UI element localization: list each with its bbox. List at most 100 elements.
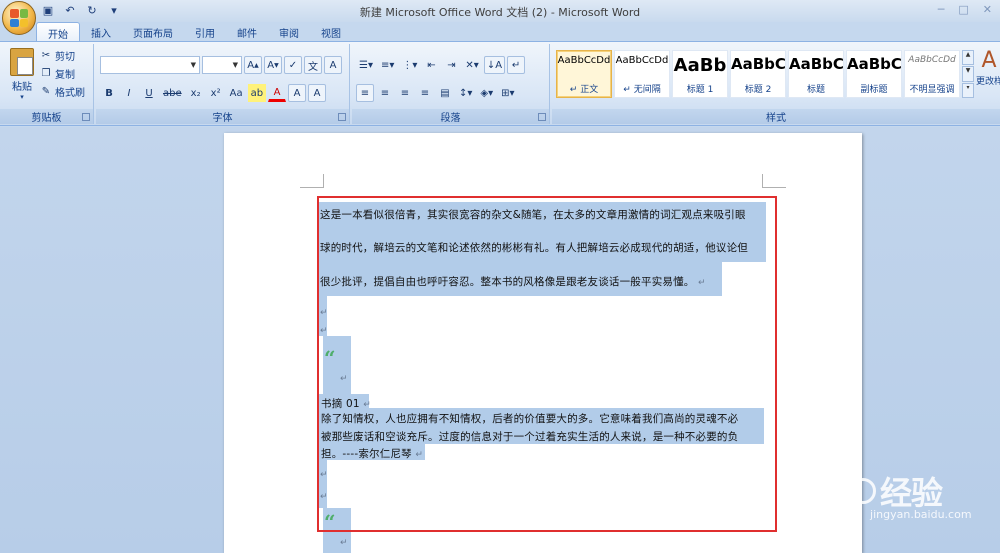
watermark-brand-prefix: Bai [792,472,847,510]
chinese-layout-icon[interactable]: ✕▾ [462,56,481,74]
more-styles-icon[interactable]: ▾ [962,82,974,98]
font-size-combo[interactable]: ▼ [202,56,242,74]
brush-icon: ✎ [41,86,51,97]
style-name: 标题 2 [744,85,772,95]
line-spacing-icon[interactable]: ↕▾ [456,84,475,102]
scissors-icon: ✂ [41,50,51,61]
paw-logo-icon [849,478,876,504]
title-bar: ▣ ↶ ↻ ▾ 新建 Microsoft Office Word 文档 (2) … [0,0,1000,22]
tab-review[interactable]: 审阅 [268,22,310,42]
annotation-highlight-box [317,196,777,532]
paragraph-group: ☰▾ ≡▾ ⋮▾ ⇤ ⇥ ✕▾ ↓A ↵ ≡ ≡ ≡ ≡ ▤ ↕▾ ◈▾ ⊞▾ … [352,44,550,124]
decrease-indent-icon[interactable]: ⇤ [422,56,440,74]
clear-format-icon[interactable]: ✓ [284,56,302,74]
font-name-combo[interactable]: ▼ [100,56,200,74]
paragraph-group-label: 段落 [352,109,549,124]
style-title[interactable]: AaBbC 标题 [788,50,844,98]
phonetic-guide-icon[interactable]: 文 [304,56,322,74]
align-right-icon[interactable]: ≡ [396,84,414,102]
borders-icon[interactable]: ⊞▾ [498,84,517,102]
style-name: ↵ 正文 [569,85,599,95]
tab-view[interactable]: 视图 [310,22,352,42]
tab-insert[interactable]: 插入 [80,22,122,42]
style-sample: AaBbCcDd [615,55,669,66]
close-icon[interactable]: ✕ [983,3,992,16]
increase-indent-icon[interactable]: ⇥ [442,56,460,74]
superscript-button[interactable]: x² [207,84,225,102]
clipboard-launcher-icon[interactable] [82,113,90,121]
justify-icon[interactable]: ≡ [416,84,434,102]
style-subtle-emphasis[interactable]: AaBbCcDd 不明显强调 [904,50,960,98]
style-name: ↵ 无间隔 [623,85,661,95]
change-styles-button[interactable]: A 更改样 [976,48,1000,87]
multilevel-list-icon[interactable]: ⋮▾ [399,56,420,74]
style-name: 副标题 [860,85,888,95]
style-no-spacing[interactable]: AaBbCcDd ↵ 无间隔 [614,50,670,98]
paste-label: 粘贴 [12,82,32,93]
cut-label: 剪切 [55,52,75,63]
styles-group-label: 样式 [552,109,1000,124]
maximize-icon[interactable]: □ [958,3,968,16]
styles-group: AaBbCcDd ↵ 正文 AaBbCcDd ↵ 无间隔 AaBb 标题 1 A… [552,44,1000,124]
window-controls: ─ □ ✕ [938,3,992,16]
style-subtitle[interactable]: AaBbC 副标题 [846,50,902,98]
change-styles-icon: A [981,48,997,73]
change-case-button[interactable]: Aa [227,84,246,102]
bullets-icon[interactable]: ☰▾ [356,56,376,74]
margin-corner-top-left [300,174,324,188]
scroll-up-icon[interactable]: ▲ [962,50,974,66]
style-name: 不明显强调 [909,85,955,95]
sort-icon[interactable]: ↓A [483,56,506,74]
office-button[interactable] [2,1,36,35]
underline-button[interactable]: U [140,84,158,102]
tab-home[interactable]: 开始 [36,22,80,42]
copy-button[interactable]: ❐ 复制 [40,66,85,81]
empty-paragraph: ↵ [340,536,348,548]
change-styles-label: 更改样 [976,77,1000,87]
ribbon-tabs: 开始 插入 页面布局 引用 邮件 审阅 视图 [36,22,352,42]
font-group: ▼ ▼ A ▲ A ▼ ✓ 文 A B I U abe x₂ x² Aa ab A … [96,44,350,124]
scroll-down-icon[interactable]: ▼ [962,66,974,82]
italic-button[interactable]: I [120,84,138,102]
style-sample: AaBb [673,55,727,76]
subscript-button[interactable]: x₂ [187,84,205,102]
style-name: 标题 [806,85,825,95]
paste-icon [10,48,34,76]
numbering-icon[interactable]: ≡▾ [378,56,397,74]
format-painter-label: 格式刷 [55,88,85,99]
align-left-icon[interactable]: ≡ [356,84,374,102]
paragraph-launcher-icon[interactable] [538,113,546,121]
show-marks-icon[interactable]: ↵ [507,56,526,74]
style-heading-2[interactable]: AaBbC 标题 2 [730,50,786,98]
style-sample: AaBbC [731,55,785,73]
grow-font-button[interactable]: A ▲ [244,56,262,74]
minimize-icon[interactable]: ─ [938,3,945,16]
tab-references[interactable]: 引用 [184,22,226,42]
office-logo-icon [10,9,28,27]
format-painter-button[interactable]: ✎ 格式刷 [40,84,85,99]
style-name: 标题 1 [686,85,714,95]
styles-gallery-scroll: ▲ ▼ ▾ [962,50,974,98]
baidu-watermark: Bai 经验 jingyan.baidu.com [792,468,972,521]
char-shading-button[interactable]: A [288,84,307,102]
enclose-char-button[interactable]: A [308,84,327,102]
char-border-icon[interactable]: A [324,56,342,74]
font-color-button[interactable]: A [268,84,287,102]
copy-icon: ❐ [41,68,51,79]
shading-icon[interactable]: ◈▾ [477,84,496,102]
style-sample: AaBbC [789,55,843,73]
strikethrough-button[interactable]: abe [160,84,185,102]
style-heading-1[interactable]: AaBb 标题 1 [672,50,728,98]
cut-button[interactable]: ✂ 剪切 [40,48,85,63]
highlight-button[interactable]: ab [247,84,267,102]
watermark-url: jingyan.baidu.com [870,508,972,521]
shrink-font-button[interactable]: A ▼ [264,56,282,74]
paste-button[interactable]: 粘贴 ▾ [6,48,38,101]
font-launcher-icon[interactable] [338,113,346,121]
tab-page-layout[interactable]: 页面布局 [122,22,184,42]
tab-mailings[interactable]: 邮件 [226,22,268,42]
style-normal[interactable]: AaBbCcDd ↵ 正文 [556,50,612,98]
bold-button[interactable]: B [100,84,118,102]
distributed-icon[interactable]: ▤ [436,84,454,102]
align-center-icon[interactable]: ≡ [376,84,394,102]
